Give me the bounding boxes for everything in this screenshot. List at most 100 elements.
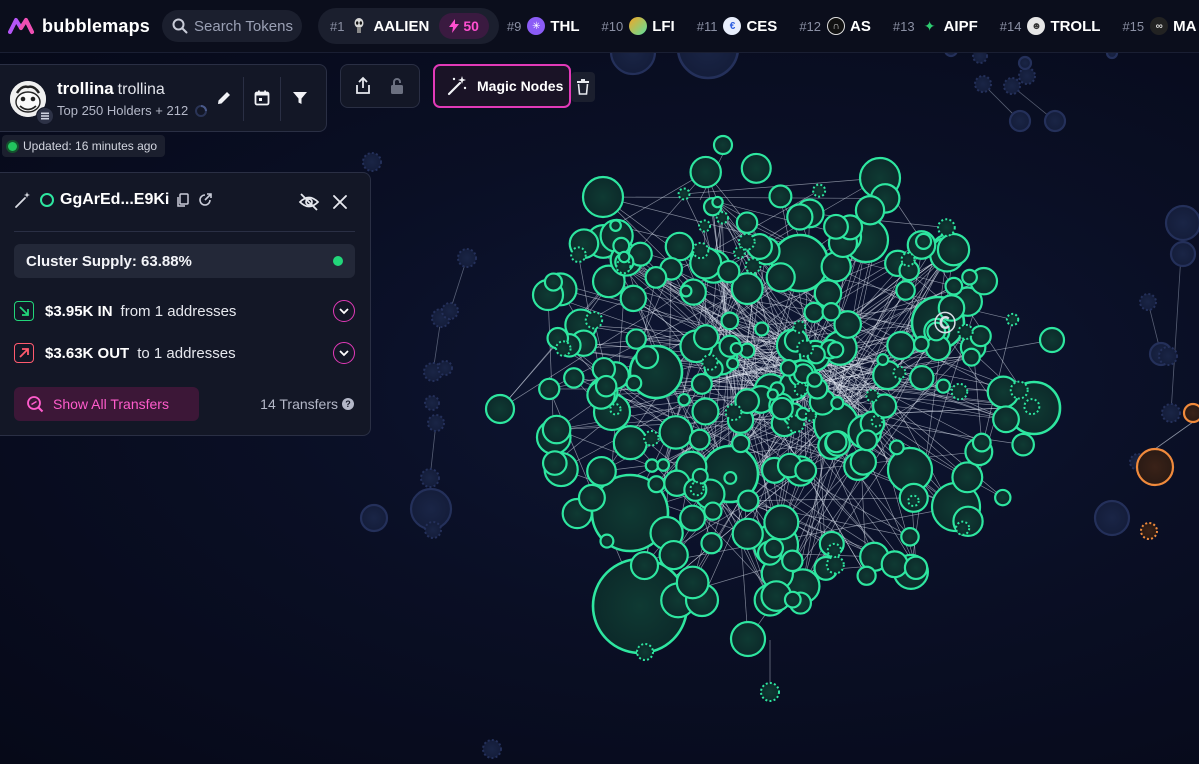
cluster-bubble[interactable] — [806, 371, 823, 388]
lock-button[interactable] — [387, 76, 407, 101]
other-holder-bubble[interactable] — [1161, 403, 1181, 423]
cluster-bubble[interactable] — [691, 467, 709, 485]
cluster-bubble[interactable] — [584, 310, 604, 330]
cluster-bubble[interactable] — [599, 533, 615, 549]
cluster-bubble[interactable] — [823, 213, 849, 240]
cluster-bubble[interactable] — [679, 284, 693, 298]
cluster-bubble[interactable] — [744, 257, 762, 275]
cluster-bubble[interactable] — [796, 339, 814, 358]
cluster-bubble[interactable] — [821, 302, 841, 322]
cluster-bubble[interactable] — [870, 414, 884, 428]
cluster-bubble[interactable] — [849, 448, 878, 476]
other-holder-bubble[interactable] — [1043, 109, 1067, 133]
cluster-bubble[interactable] — [720, 311, 740, 331]
highlighted-bubble[interactable] — [1182, 402, 1199, 424]
ticker-item-ma[interactable]: #15 ∞ MA — [1122, 17, 1196, 35]
cluster-bubble[interactable] — [740, 152, 772, 184]
cluster-bubble[interactable] — [950, 382, 969, 401]
cluster-bubble[interactable] — [827, 341, 845, 359]
cluster-bubble[interactable] — [737, 489, 760, 512]
expand-outflow-button[interactable] — [333, 342, 355, 364]
other-holder-bubble[interactable] — [1093, 499, 1131, 537]
cluster-bubble[interactable] — [636, 643, 654, 661]
cluster-bubble[interactable] — [644, 458, 660, 473]
other-holder-bubble[interactable] — [1169, 240, 1197, 268]
other-holder-bubble[interactable] — [1008, 109, 1032, 133]
cluster-bubble[interactable] — [586, 455, 617, 487]
cluster-bubble[interactable] — [886, 330, 916, 361]
cluster-bubble[interactable] — [783, 590, 802, 609]
cluster-bubble[interactable] — [1011, 432, 1035, 457]
cluster-bubble[interactable] — [1038, 326, 1066, 354]
filter-button[interactable] — [287, 85, 313, 111]
cluster-bubble[interactable] — [763, 537, 785, 559]
cluster-bubble[interactable] — [824, 430, 848, 454]
cluster-bubble[interactable] — [907, 494, 920, 508]
other-holder-bubble[interactable] — [482, 739, 502, 759]
ticker-item-troll[interactable]: #14 ☻ TROLL — [1000, 17, 1100, 35]
cluster-bubble[interactable] — [692, 324, 720, 351]
cluster-bubble[interactable] — [675, 565, 710, 600]
other-holder-bubble[interactable] — [1158, 346, 1178, 366]
cluster-bubble[interactable] — [577, 483, 606, 512]
cluster-bubble[interactable] — [935, 378, 951, 394]
brand-logo[interactable]: bubblemaps — [8, 0, 150, 52]
cluster-bubble[interactable] — [609, 219, 622, 232]
cluster-bubble[interactable] — [679, 504, 707, 532]
cluster-bubble[interactable] — [691, 397, 720, 426]
cluster-bubble[interactable] — [726, 356, 740, 371]
cluster-bubble[interactable] — [766, 388, 779, 401]
other-holder-bubble[interactable] — [1017, 55, 1033, 71]
external-link-icon[interactable] — [197, 192, 213, 208]
cluster-bubble[interactable] — [909, 364, 935, 391]
cluster-bubble[interactable] — [677, 392, 691, 407]
cluster-bubble[interactable] — [754, 321, 770, 337]
cluster-bubble[interactable] — [658, 539, 689, 571]
cluster-bubble[interactable] — [703, 501, 723, 521]
cluster-bubble[interactable] — [629, 550, 660, 581]
other-holder-bubble[interactable] — [1164, 204, 1199, 242]
ticker-item-as[interactable]: #12 ∩ AS — [799, 17, 871, 35]
cluster-bubble[interactable] — [914, 232, 933, 250]
boost-badge[interactable]: 50 — [439, 13, 489, 39]
cluster-bubble[interactable] — [543, 272, 564, 292]
cluster-bubble[interactable] — [594, 374, 618, 398]
cluster-bubble[interactable] — [812, 183, 827, 198]
highlighted-bubble[interactable] — [1140, 522, 1158, 540]
other-holder-bubble[interactable] — [457, 248, 477, 268]
other-holder-bubble[interactable] — [1003, 77, 1021, 95]
cluster-bubble[interactable] — [617, 250, 631, 264]
cluster-bubble[interactable] — [768, 184, 793, 209]
cluster-bubble[interactable] — [830, 396, 845, 411]
cluster-bubble[interactable] — [944, 276, 964, 296]
cluster-bubble[interactable] — [794, 459, 818, 482]
other-holder-bubble[interactable] — [437, 360, 453, 376]
close-panel-button[interactable] — [332, 194, 348, 215]
cluster-bubble[interactable] — [688, 428, 711, 451]
other-holder-bubble[interactable] — [427, 414, 445, 432]
ticker-item-aalien[interactable]: #1 AALIEN 50 — [318, 8, 499, 44]
cluster-bubble[interactable] — [731, 517, 764, 550]
cluster-bubble[interactable] — [701, 353, 719, 371]
cluster-bubble[interactable] — [781, 549, 804, 573]
cluster-bubble[interactable] — [936, 232, 971, 267]
cluster-bubble[interactable] — [711, 195, 724, 209]
cluster-bubble[interactable] — [700, 532, 723, 555]
copy-icon[interactable] — [175, 192, 191, 208]
cluster-bubble[interactable] — [804, 409, 817, 422]
cluster-bubble[interactable] — [880, 550, 909, 579]
cluster-bubble[interactable] — [803, 301, 825, 323]
cluster-bubble[interactable] — [563, 367, 585, 389]
other-holder-bubble[interactable] — [441, 302, 459, 320]
cluster-bubble[interactable] — [763, 504, 800, 541]
show-all-transfers-button[interactable]: Show All Transfers — [14, 387, 199, 421]
cluster-bubble[interactable] — [971, 432, 992, 453]
cluster-bubble[interactable] — [733, 246, 746, 260]
cluster-bubble[interactable] — [664, 231, 695, 262]
cluster-bubble[interactable] — [612, 425, 648, 461]
cluster-bubble[interactable] — [635, 345, 660, 370]
ticker-item-lfi[interactable]: #10 LFI — [602, 17, 675, 35]
cluster-bubble[interactable] — [735, 211, 759, 234]
cluster-bubble[interactable] — [961, 347, 981, 367]
expand-inflow-button[interactable] — [333, 300, 355, 322]
